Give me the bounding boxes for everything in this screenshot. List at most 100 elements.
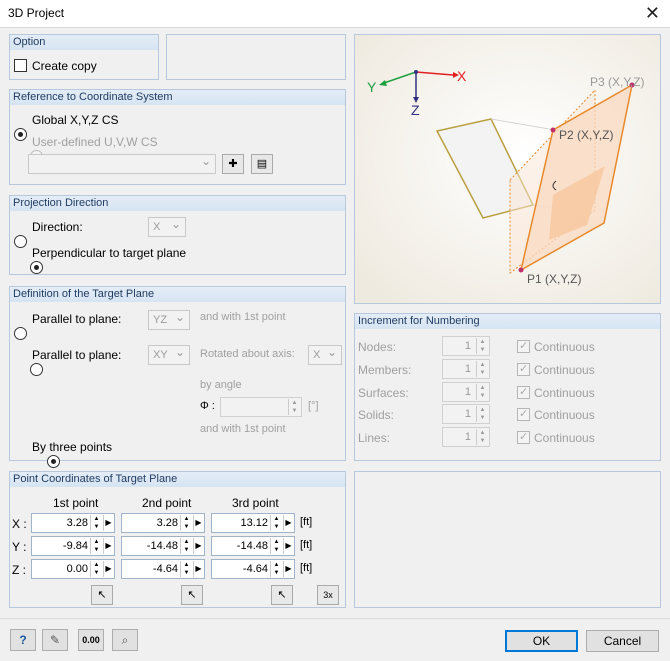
- menu-arrow-icon[interactable]: ▶: [193, 515, 203, 531]
- cursor-pick-icon: ↖: [187, 589, 197, 601]
- direction-radio[interactable]: [14, 235, 27, 248]
- spinner-arrows-icon[interactable]: ▲ ▼: [90, 515, 102, 531]
- axis-y-label: Y: [367, 79, 377, 95]
- spinner-arrows-icon[interactable]: ▲ ▼: [180, 561, 192, 577]
- z-point2-input[interactable]: -4.64 ▲ ▼ ▶: [121, 559, 205, 579]
- y-unit: [ft]: [300, 539, 313, 551]
- three-points-radio[interactable]: [46, 455, 60, 468]
- surfaces-continuous-checkbox[interactable]: [517, 386, 530, 399]
- user-cs-label[interactable]: User-defined U,V,W CS: [32, 135, 158, 149]
- surfaces-increment[interactable]: 1 ▲ ▼: [442, 382, 490, 402]
- solids-increment[interactable]: 1 ▲ ▼: [442, 404, 490, 424]
- spinner-arrows-icon[interactable]: ▲ ▼: [90, 561, 102, 577]
- menu-arrow-icon[interactable]: ▶: [193, 538, 203, 554]
- members-continuous-label: Continuous: [534, 363, 595, 377]
- new-cs-button[interactable]: ✚: [222, 154, 244, 174]
- parallel1-label[interactable]: Parallel to plane:: [32, 312, 121, 326]
- close-icon[interactable]: ✕: [645, 3, 660, 24]
- x-point2-input[interactable]: 3.28 ▲ ▼ ▶: [121, 513, 205, 533]
- pick-three-icon: 3x: [323, 590, 333, 600]
- target-plane-group: Definition of the Target Plane Parallel …: [9, 286, 346, 468]
- global-cs-radio[interactable]: [14, 128, 27, 141]
- rotated-combo[interactable]: X: [308, 345, 342, 365]
- members-continuous-checkbox[interactable]: [517, 363, 530, 376]
- create-copy-label[interactable]: Create copy: [32, 59, 97, 73]
- spinner-arrows-icon[interactable]: ▲ ▼: [476, 429, 488, 445]
- edit-button[interactable]: ✎: [42, 629, 68, 651]
- edit-cs-button[interactable]: ▤: [251, 154, 273, 174]
- user-cs-combo[interactable]: [28, 154, 216, 174]
- pick-point3-button[interactable]: ↖: [271, 585, 293, 605]
- nodes-continuous-checkbox[interactable]: [517, 340, 530, 353]
- parallel2-radio[interactable]: [30, 363, 44, 376]
- cancel-button[interactable]: Cancel: [586, 630, 659, 652]
- rotated-label: Rotated about axis:: [200, 348, 295, 360]
- direction-combo[interactable]: X: [148, 217, 186, 237]
- perpendicular-label[interactable]: Perpendicular to target plane: [32, 246, 186, 260]
- lines-increment[interactable]: 1 ▲ ▼: [442, 427, 490, 447]
- p3-label: P3 (X,Y,Z): [590, 75, 644, 89]
- option-side-panel: [166, 34, 346, 80]
- pick-point1-button[interactable]: ↖: [91, 585, 113, 605]
- global-cs-label[interactable]: Global X,Y,Z CS: [32, 113, 118, 127]
- direction-label[interactable]: Direction:: [32, 220, 83, 234]
- pick-three-points-button[interactable]: 3x: [317, 585, 339, 605]
- axis-z-label: Z: [411, 102, 420, 118]
- menu-arrow-icon[interactable]: ▶: [193, 561, 203, 577]
- x-unit: [ft]: [300, 516, 313, 528]
- y-point3-input[interactable]: -14.48 ▲ ▼ ▶: [211, 536, 295, 556]
- parallel1-radio[interactable]: [14, 327, 27, 340]
- units-button[interactable]: 0.00: [78, 629, 104, 651]
- angle-spinner[interactable]: ▲ ▼: [220, 397, 302, 417]
- help-button[interactable]: ?: [10, 629, 36, 651]
- menu-arrow-icon[interactable]: ▶: [283, 515, 293, 531]
- x-point1-input[interactable]: 3.28 ▲ ▼ ▶: [31, 513, 115, 533]
- projection-group: Projection Direction Direction: X Perpen…: [9, 195, 346, 275]
- diagram-panel: X Y Z P1 (X,Y,Z) P2 (X,Y,Z) P3 (X,Y,Z): [354, 34, 661, 304]
- spinner-arrows-icon[interactable]: ▲ ▼: [270, 538, 282, 554]
- members-increment[interactable]: 1 ▲ ▼: [442, 359, 490, 379]
- lines-continuous-checkbox[interactable]: [517, 431, 530, 444]
- nodes-increment[interactable]: 1 ▲ ▼: [442, 336, 490, 356]
- increment-group: Increment for Numbering Nodes: 1 ▲▼ Cont…: [354, 313, 661, 461]
- y-point2-input[interactable]: -14.48 ▲ ▼ ▶: [121, 536, 205, 556]
- spinner-arrows-icon[interactable]: ▲ ▼: [90, 538, 102, 554]
- spinner-arrows-icon[interactable]: ▲ ▼: [270, 515, 282, 531]
- spinner-arrows-icon[interactable]: ▲ ▼: [180, 538, 192, 554]
- z-unit: [ft]: [300, 562, 313, 574]
- z-point3-input[interactable]: -4.64 ▲ ▼ ▶: [211, 559, 295, 579]
- spinner-arrows-icon[interactable]: ▲ ▼: [270, 561, 282, 577]
- solids-continuous-checkbox[interactable]: [517, 408, 530, 421]
- menu-arrow-icon[interactable]: ▶: [283, 561, 293, 577]
- parallel2-combo[interactable]: XY: [148, 345, 190, 365]
- view-icon: ⌕: [121, 633, 129, 647]
- spinner-arrows-icon[interactable]: ▲ ▼: [180, 515, 192, 531]
- pick-point2-button[interactable]: ↖: [181, 585, 203, 605]
- axis-label-z: Z :: [12, 563, 26, 577]
- menu-arrow-icon[interactable]: ▶: [103, 561, 113, 577]
- menu-arrow-icon[interactable]: ▶: [103, 538, 113, 554]
- menu-arrow-icon[interactable]: ▶: [283, 538, 293, 554]
- spinner-arrows-icon[interactable]: ▲ ▼: [476, 361, 488, 377]
- ok-button[interactable]: OK: [505, 630, 578, 652]
- x-point3-input[interactable]: 13.12 ▲ ▼ ▶: [211, 513, 295, 533]
- spinner-arrows-icon[interactable]: ▲ ▼: [476, 338, 488, 354]
- spinner-arrows-icon[interactable]: ▲ ▼: [476, 406, 488, 422]
- y-point1-input[interactable]: -9.84 ▲ ▼ ▶: [31, 536, 115, 556]
- z-point1-input[interactable]: 0.00 ▲ ▼ ▶: [31, 559, 115, 579]
- axis-label-y: Y :: [12, 540, 27, 554]
- create-copy-checkbox[interactable]: [14, 59, 27, 72]
- menu-arrow-icon[interactable]: ▶: [103, 515, 113, 531]
- col-3rd-point: 3rd point: [232, 496, 279, 510]
- projection-header: Projection Direction: [10, 196, 345, 211]
- spinner-arrows-icon[interactable]: ▲ ▼: [476, 384, 488, 400]
- parallel1-combo[interactable]: YZ: [148, 310, 190, 330]
- phi-label: Φ :: [200, 400, 215, 412]
- three-points-label[interactable]: By three points: [32, 440, 112, 454]
- view-button[interactable]: ⌕: [112, 629, 138, 651]
- angle-spinner-arrows-icon[interactable]: ▲ ▼: [288, 399, 300, 415]
- edit-cs-icon: ▤: [256, 158, 268, 170]
- parallel2-label[interactable]: Parallel to plane:: [32, 348, 121, 362]
- perpendicular-radio[interactable]: [30, 261, 44, 274]
- by-angle-label: by angle: [200, 379, 242, 391]
